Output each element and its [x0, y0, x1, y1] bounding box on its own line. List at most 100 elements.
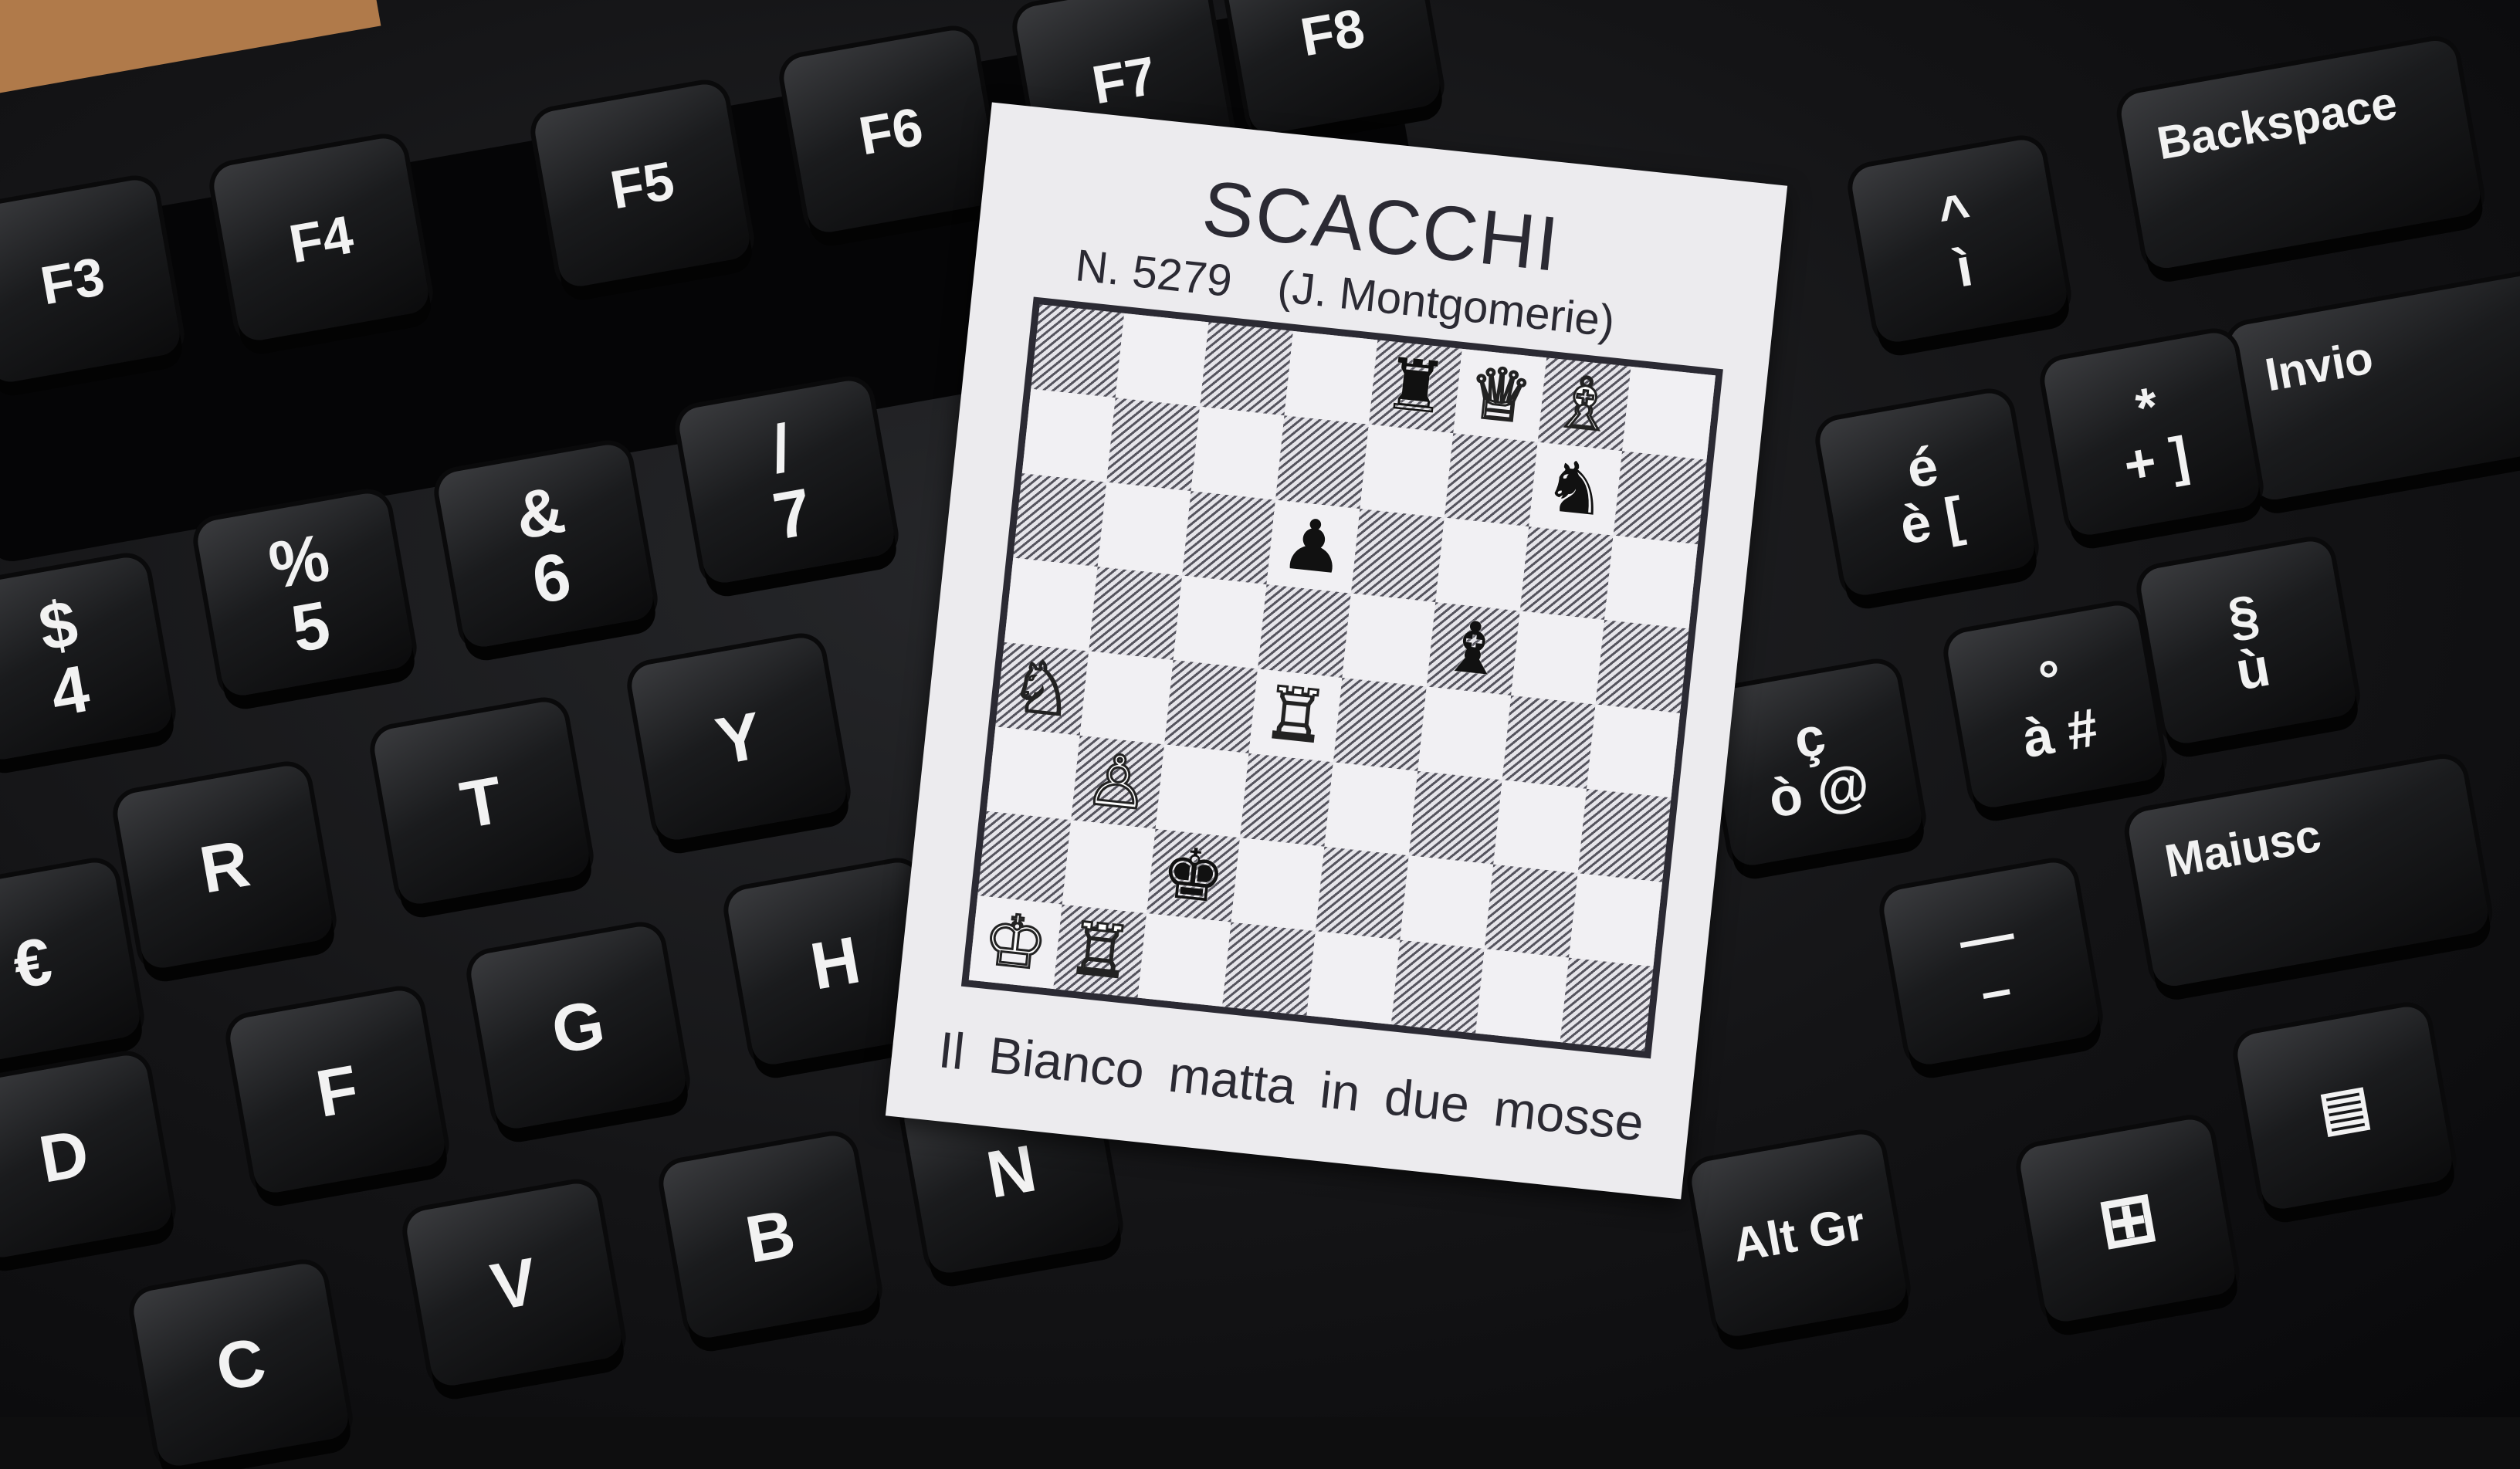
desk-surface [0, 0, 381, 96]
square-c4 [1164, 659, 1258, 753]
square-g3 [1493, 780, 1587, 874]
key-f6[interactable]: F6 [780, 27, 1002, 235]
key-u-accent[interactable]: § ù [2137, 538, 2359, 746]
key-f3[interactable]: F3 [0, 177, 184, 385]
black-rook-icon: ♜ [1379, 341, 1451, 431]
key-4[interactable]: $ 4 [0, 554, 175, 763]
square-a5 [1004, 557, 1098, 652]
white-queen-icon: ♕ [1463, 350, 1537, 441]
key-y[interactable]: Y [628, 635, 850, 843]
square-b3: ♙ [1071, 735, 1165, 829]
key-c[interactable]: C [130, 1261, 352, 1469]
white-rook-icon: ♖ [1063, 905, 1137, 997]
square-d2 [1231, 838, 1325, 932]
menu-key-icon[interactable]: ▤ [2234, 1004, 2456, 1212]
key-caret-i[interactable]: ^ ì [1848, 137, 2071, 345]
square-a7 [1021, 388, 1116, 482]
key-alt-gr[interactable]: Alt Gr [1688, 1131, 1910, 1339]
square-h8 [1622, 366, 1716, 460]
white-king-icon: ♔ [978, 896, 1052, 987]
square-e8: ♜ [1368, 340, 1462, 434]
key-e-accent[interactable]: é è [ [1816, 390, 2038, 598]
key-6[interactable]: & 6 [435, 442, 657, 650]
square-e5 [1342, 593, 1436, 687]
square-g8: ♗ [1537, 357, 1631, 452]
square-a6 [1013, 473, 1107, 567]
square-e1 [1306, 931, 1401, 1025]
white-pawn-icon: ♙ [1081, 736, 1155, 828]
key-d[interactable]: D [0, 1052, 175, 1261]
key-backspace[interactable]: Backspace [2118, 37, 2484, 272]
key-o-accent[interactable]: ç ò @ [1703, 660, 1926, 868]
key-v[interactable]: V [403, 1180, 625, 1389]
white-knight-icon: ♘ [1005, 643, 1079, 734]
key-g[interactable]: G [467, 923, 689, 1132]
square-h7 [1613, 451, 1707, 545]
square-h5 [1595, 620, 1689, 713]
square-a1: ♔ [968, 895, 1062, 990]
square-b1: ♖ [1053, 904, 1147, 998]
key-f8[interactable]: F8 [1221, 0, 1444, 137]
square-d1 [1221, 922, 1316, 1016]
square-f3 [1408, 770, 1502, 865]
square-c6 [1182, 491, 1275, 585]
key-f4[interactable]: F4 [210, 135, 432, 344]
square-b2 [1062, 820, 1156, 914]
key-r[interactable]: R [113, 763, 336, 971]
square-f7 [1444, 433, 1538, 527]
square-f5: ♝ [1426, 602, 1520, 696]
square-e7 [1360, 424, 1454, 518]
key-t[interactable]: T [371, 699, 593, 907]
square-d8 [1284, 330, 1378, 425]
square-a8 [1031, 304, 1125, 398]
square-h3 [1577, 788, 1672, 882]
windows-key-icon[interactable]: ⊞ [2017, 1116, 2239, 1325]
square-g2 [1484, 864, 1578, 958]
square-g6 [1519, 526, 1614, 621]
square-d3 [1239, 753, 1333, 847]
square-f4 [1418, 686, 1512, 780]
key-invio[interactable]: Invio [2226, 269, 2520, 503]
square-b7 [1106, 398, 1201, 492]
square-c3 [1155, 744, 1249, 838]
square-d4: ♖ [1248, 668, 1343, 763]
key-a-accent[interactable]: ° à # [1944, 602, 2166, 811]
key-7[interactable]: / 7 [676, 377, 898, 586]
black-king-icon: ♚ [1157, 831, 1230, 920]
square-d5 [1257, 584, 1351, 678]
white-bishop-icon: ♗ [1547, 358, 1621, 449]
square-a3 [986, 726, 1080, 821]
square-f2 [1400, 855, 1494, 949]
square-g5 [1511, 611, 1605, 705]
square-f6 [1435, 517, 1529, 611]
black-pawn-icon: ♟ [1277, 502, 1350, 591]
key-5[interactable]: % 5 [194, 490, 416, 699]
square-b4 [1079, 651, 1174, 745]
square-b6 [1097, 482, 1191, 576]
key-plus[interactable]: * + ] [2041, 330, 2263, 538]
square-b5 [1089, 567, 1183, 660]
square-c2: ♚ [1147, 828, 1240, 922]
chess-puzzle-card: SCACCHI N. 5279 (J. Montgomerie) ♜ ♕ ♗ ♞ ♟ ♝ ♘ ♖… [885, 102, 1788, 1200]
square-d6: ♟ [1266, 499, 1360, 594]
key-maiusc[interactable]: Maiusc [2125, 755, 2491, 990]
square-a2 [977, 811, 1072, 905]
key-euro[interactable]: € [0, 859, 144, 1068]
key-f5[interactable]: F5 [531, 81, 754, 289]
square-f8: ♕ [1453, 348, 1547, 442]
chess-board: ♜ ♕ ♗ ♞ ♟ ♝ ♘ ♖ ♙ ♚ ♔ ♖ [960, 296, 1723, 1059]
square-e2 [1315, 846, 1409, 940]
square-g7: ♞ [1529, 442, 1623, 536]
square-g1 [1475, 949, 1570, 1043]
square-h6 [1604, 535, 1698, 629]
square-c1 [1137, 913, 1231, 1007]
white-rook-icon: ♖ [1258, 669, 1333, 760]
square-h1 [1560, 957, 1654, 1051]
key-f[interactable]: F [226, 987, 449, 1196]
square-b8 [1115, 313, 1209, 407]
key-minus[interactable]: — – [1880, 859, 2102, 1068]
key-b[interactable]: B [659, 1132, 882, 1341]
square-h4 [1587, 704, 1680, 798]
square-c5 [1173, 575, 1267, 669]
square-a4: ♘ [995, 641, 1089, 736]
